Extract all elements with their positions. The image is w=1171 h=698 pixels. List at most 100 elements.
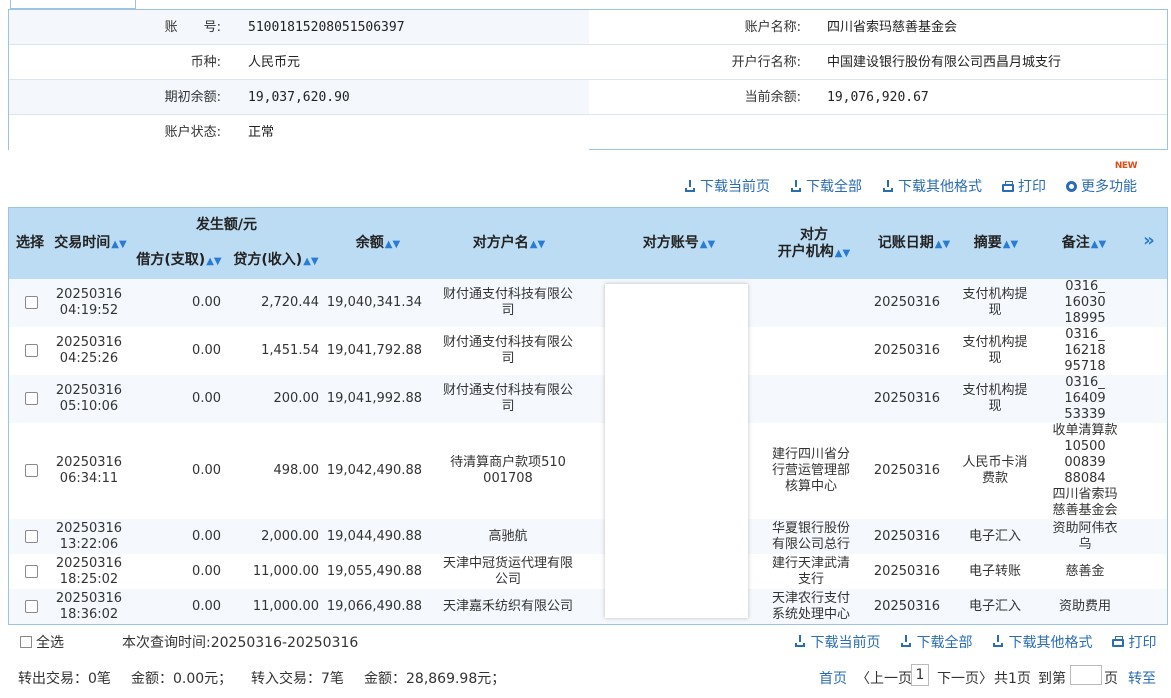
cell-counter-name-line: 天津中冠货运代理有限: [442, 556, 573, 571]
cell-balance-line: 19,042,490.88: [326, 463, 422, 478]
cell-time: 20250316 18:25:02: [53, 556, 125, 588]
cell-time-line: 20250316: [55, 383, 123, 398]
download-icon: [882, 180, 894, 192]
cell-summary: 人民币卡消 费款: [955, 455, 1035, 487]
cell-credit-line: 498.00: [273, 463, 320, 478]
cell-time: 20250316 06:34:11: [53, 455, 125, 487]
more-functions-button[interactable]: 更多功能 NEW: [1066, 161, 1138, 196]
cell-summary-line: 现: [988, 351, 1002, 366]
goto-button[interactable]: 转至: [1128, 668, 1156, 688]
header-post-date[interactable]: 记账日期▲▼: [877, 235, 951, 253]
account-info-panel: 账 号: 51001815208051506397 账户名称: 四川省索玛慈善基金会币…: [8, 9, 1168, 150]
download-icon: [794, 635, 806, 647]
cell-credit: 498.00: [225, 463, 320, 479]
row-checkbox[interactable]: [25, 600, 38, 613]
first-page-link[interactable]: 首页: [819, 668, 847, 688]
cell-time-line: 18:25:02: [59, 572, 119, 587]
download-icon: [992, 635, 1004, 647]
expand-columns-icon[interactable]: »: [1137, 232, 1161, 250]
row-checkbox[interactable]: [25, 464, 38, 477]
cell-counter-name: 天津中冠货运代理有限 公司: [433, 556, 583, 588]
header-counter-account[interactable]: 对方账号▲▼: [639, 235, 719, 253]
header-select: 选择: [16, 235, 44, 251]
download-other-format-button[interactable]: 下载其他格式: [882, 176, 982, 196]
cell-remark: 慈善金: [1037, 564, 1133, 580]
cell-summary-line: 支付机构提: [962, 335, 1028, 350]
cell-time-line: 20250316: [55, 556, 123, 571]
cell-remark-line: 收单清算款: [1052, 423, 1118, 438]
header-summary[interactable]: 摘要▲▼: [971, 235, 1021, 253]
cell-counter-name-line: 001708: [483, 471, 533, 486]
account-label: 期初余额:: [164, 90, 221, 105]
table-row: 20250316 18:36:02 0.00 11,000.00 19,066,490.…: [9, 589, 1167, 624]
header-counter-name[interactable]: 对方户名▲▼: [469, 235, 549, 253]
cell-credit: 2,720.44: [225, 295, 319, 311]
row-checkbox[interactable]: [25, 565, 38, 578]
query-time: 本次查询时间:20250316-20250316: [122, 635, 359, 651]
row-checkbox[interactable]: [25, 392, 38, 405]
masked-account-overlay: [605, 284, 748, 618]
cell-post-date-line: 20250316: [873, 343, 941, 358]
cell-remark: 收单清算款 10500 00839 88084 四川省索玛 慈善基金会: [1037, 423, 1133, 519]
goto-page-input[interactable]: [1070, 665, 1102, 685]
cell-credit: 200.00: [225, 391, 320, 407]
header-debit[interactable]: 借方(支取)▲▼: [133, 252, 225, 270]
download-icon: [790, 180, 802, 192]
cell-counter-name-line: 财付通支付科技有限公: [442, 383, 573, 398]
download-icon: [684, 180, 696, 192]
cell-remark-line: 18995: [1064, 311, 1106, 326]
summary-and-pagination: 转出交易：0笔 金额：0.00元； 转入交易：7笔 金额：28,869.98元；…: [8, 660, 1168, 692]
cell-summary-line: 人民币卡消: [962, 455, 1028, 470]
row-checkbox[interactable]: [25, 344, 38, 357]
cell-balance: 19,055,490.88: [325, 564, 422, 580]
cell-remark-line: 0316_: [1065, 375, 1105, 390]
account-label: 账户名称:: [744, 20, 801, 35]
cell-debit: 0.00: [133, 529, 221, 545]
cell-time-line: 20250316: [55, 521, 123, 536]
header-balance[interactable]: 余额▲▼: [339, 235, 417, 253]
cell-counter-bank-line: 建行天津武清: [771, 556, 850, 571]
header-credit[interactable]: 贷方(收入)▲▼: [230, 252, 322, 270]
cell-post-date-line: 20250316: [873, 529, 941, 544]
cell-post-date-line: 20250316: [873, 391, 941, 406]
cell-debit-line: 0.00: [192, 599, 221, 614]
prev-page-link[interactable]: 〈上一页: [856, 668, 912, 688]
account-label: 账 号:: [164, 20, 221, 35]
cell-counter-bank: 华夏银行股份 有限公司总行: [761, 521, 861, 553]
active-tab[interactable]: [10, 0, 136, 9]
footer-print-button[interactable]: 打印: [1112, 632, 1156, 652]
cell-remark-line: 16030: [1064, 295, 1106, 310]
footer-download-current-page-button[interactable]: 下载当前页: [794, 632, 880, 652]
row-checkbox[interactable]: [25, 296, 38, 309]
cell-time-line: 20250316: [55, 287, 123, 302]
cell-post-date-line: 20250316: [873, 463, 941, 478]
cell-counter-name-line: 公司: [494, 572, 521, 587]
page-unit: 页: [1104, 671, 1118, 687]
printer-icon: [1112, 636, 1124, 647]
next-page-link[interactable]: 下一页〉: [937, 668, 993, 688]
footer-download-all-button[interactable]: 下载全部: [900, 632, 972, 652]
header-counter-bank[interactable]: 对方 开户机构▲▼: [774, 227, 854, 262]
cell-balance: 19,042,490.88: [325, 463, 422, 479]
download-all-button[interactable]: 下载全部: [790, 176, 862, 196]
download-toolbar: 下载当前页 下载全部 下载其他格式 打印 更多功能 NEW: [684, 161, 1138, 196]
cell-remark-line: 资助阿伟衣: [1052, 521, 1118, 536]
header-remark[interactable]: 备注▲▼: [1059, 235, 1109, 253]
cell-counter-bank-line: 华夏银行股份: [771, 521, 850, 536]
cell-debit: 0.00: [133, 564, 221, 580]
cell-remark: 资助阿伟衣乌: [1037, 521, 1133, 553]
print-button[interactable]: 打印: [1002, 176, 1046, 196]
table-row: 20250316 04:25:26 0.00 1,451.54 19,041,792.8…: [9, 327, 1167, 375]
row-checkbox[interactable]: [25, 530, 38, 543]
header-time[interactable]: 交易时间▲▼: [53, 235, 128, 253]
select-all-checkbox[interactable]: 全选: [20, 632, 64, 652]
cell-counter-name: 财付通支付科技有限公司: [433, 383, 583, 415]
cell-time-line: 04:19:52: [59, 303, 119, 318]
footer-download-other-format-button[interactable]: 下载其他格式: [992, 632, 1092, 652]
cell-time: 20250316 04:19:52: [53, 287, 125, 319]
cell-remark-line: 95718: [1064, 359, 1106, 374]
download-current-page-button[interactable]: 下载当前页: [684, 176, 770, 196]
account-row: 账户状态: 正常: [9, 115, 1167, 150]
sort-icon: ▲▼: [1090, 239, 1107, 250]
cell-balance-line: 19,040,341.34: [326, 295, 422, 310]
